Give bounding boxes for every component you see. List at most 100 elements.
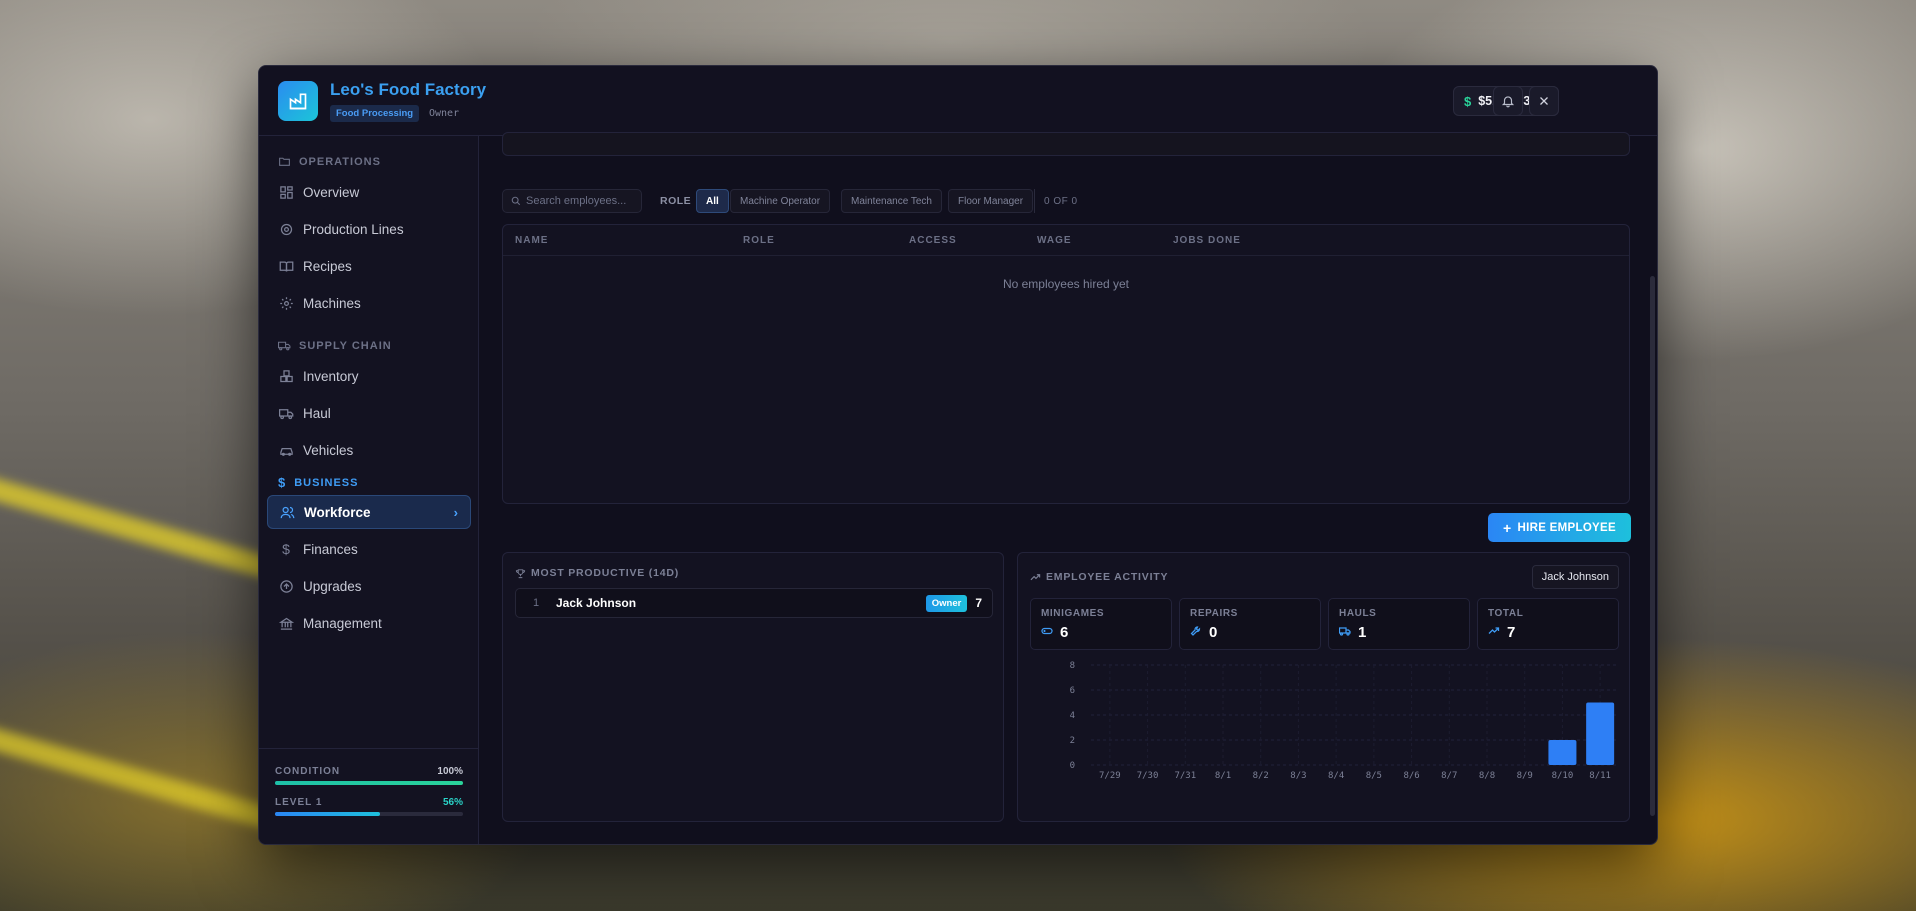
y-tick-label: 2 bbox=[1070, 736, 1075, 746]
sidebar: OPERATIONS Overview Production Lines Rec… bbox=[259, 136, 479, 844]
truck-icon bbox=[1338, 625, 1351, 640]
stat-card-minigames: MINIGAMES 6 bbox=[1030, 598, 1172, 650]
section-operations: OPERATIONS bbox=[278, 155, 381, 168]
stat-card-hauls: HAULS 1 bbox=[1328, 598, 1470, 650]
x-tick-label: 8/6 bbox=[1403, 771, 1419, 781]
x-tick-label: 8/1 bbox=[1215, 771, 1231, 781]
folder-icon bbox=[279, 157, 290, 166]
x-tick-label: 8/7 bbox=[1441, 771, 1457, 781]
bell-icon[interactable] bbox=[1493, 86, 1523, 116]
x-tick-label: 7/30 bbox=[1137, 771, 1159, 781]
trending-up-icon bbox=[1030, 573, 1041, 580]
workforce-main: ROLE All Machine Operator Maintenance Te… bbox=[479, 132, 1657, 844]
sidebar-item-production-lines[interactable]: Production Lines bbox=[267, 212, 471, 246]
x-tick-label: 7/31 bbox=[1174, 771, 1196, 781]
stat-card-repairs: REPAIRS 0 bbox=[1179, 598, 1321, 650]
x-tick-label: 8/10 bbox=[1552, 771, 1574, 781]
sidebar-item-management[interactable]: Management bbox=[267, 606, 471, 640]
owner-badge: Owner bbox=[925, 594, 968, 612]
cog-icon bbox=[278, 221, 294, 237]
sidebar-item-finances[interactable]: $ Finances bbox=[267, 532, 471, 566]
x-tick-label: 8/5 bbox=[1366, 771, 1382, 781]
column-header-wage[interactable]: WAGE bbox=[1037, 235, 1072, 246]
x-tick-label: 8/9 bbox=[1517, 771, 1533, 781]
condition-value: 100% bbox=[437, 766, 463, 777]
scrollbar[interactable] bbox=[1650, 276, 1655, 816]
employee-activity-title: EMPLOYEE ACTIVITY bbox=[1030, 571, 1168, 583]
section-business: $ BUSINESS bbox=[278, 475, 359, 490]
employee-count: 0 OF 0 bbox=[1034, 189, 1087, 213]
bank-icon bbox=[278, 615, 294, 631]
filter-machine-operator[interactable]: Machine Operator bbox=[730, 189, 831, 213]
search-box[interactable] bbox=[502, 189, 642, 213]
column-header-role[interactable]: ROLE bbox=[743, 235, 775, 246]
column-header-name[interactable]: NAME bbox=[515, 235, 548, 246]
activity-bar-chart: 0 2 4 6 8 7/29 7/30 7/31 8/1 8/2 8/3 8/4 8/5 8/6 8/7 8/… bbox=[1070, 661, 1619, 781]
y-tick-label: 0 bbox=[1070, 761, 1075, 771]
filter-maintenance-tech[interactable]: Maintenance Tech bbox=[841, 189, 942, 213]
gear-icon bbox=[278, 295, 294, 311]
employee-select[interactable]: Jack Johnson bbox=[1531, 565, 1619, 589]
factory-icon bbox=[278, 81, 318, 121]
window-header: Leo's Food Factory Food Processing Owner… bbox=[259, 66, 1657, 136]
factory-stats: CONDITION 100% LEVEL 1 56% bbox=[259, 748, 479, 844]
empty-state-text: No employees hired yet bbox=[1002, 277, 1130, 291]
employee-activity-panel: EMPLOYEE ACTIVITY Jack Johnson MINIGAMES… bbox=[1017, 552, 1630, 822]
sidebar-item-workforce[interactable]: Workforce › bbox=[267, 495, 471, 529]
column-header-access[interactable]: ACCESS bbox=[909, 235, 957, 246]
x-tick-label: 8/2 bbox=[1253, 771, 1269, 781]
sidebar-item-machines[interactable]: Machines bbox=[267, 286, 471, 320]
x-tick-label: 8/8 bbox=[1479, 771, 1495, 781]
x-tick-label: 8/11 bbox=[1589, 771, 1611, 781]
search-input[interactable] bbox=[526, 195, 636, 207]
role-label: Owner bbox=[429, 108, 460, 119]
employee-name: Jack Johnson bbox=[556, 596, 637, 610]
x-tick-label: 8/3 bbox=[1290, 771, 1306, 781]
stat-card-total: TOTAL 7 bbox=[1477, 598, 1619, 650]
level-bar-fill bbox=[275, 812, 381, 816]
bar-8/10[interactable] bbox=[1548, 740, 1577, 765]
role-filter-label: ROLE bbox=[660, 195, 692, 207]
sidebar-item-haul[interactable]: Haul bbox=[267, 396, 471, 430]
sidebar-item-upgrades[interactable]: Upgrades bbox=[267, 569, 471, 603]
book-icon bbox=[278, 258, 294, 274]
category-badge: Food Processing bbox=[330, 105, 420, 122]
factory-title: Leo's Food Factory bbox=[330, 80, 487, 99]
y-tick-label: 4 bbox=[1070, 711, 1075, 721]
list-item[interactable]: 1 Jack Johnson Owner 7 bbox=[515, 588, 993, 618]
hire-employee-button[interactable]: + HIRE EMPLOYEE bbox=[1488, 513, 1631, 542]
dollar-icon: $ bbox=[282, 541, 290, 557]
y-tick-label: 8 bbox=[1070, 661, 1075, 671]
sidebar-item-overview[interactable]: Overview bbox=[267, 175, 471, 209]
condition-bar bbox=[275, 781, 463, 785]
employee-table: NAME ROLE ACCESS WAGE JOBS DONE No emplo… bbox=[502, 224, 1630, 504]
divider bbox=[503, 255, 1629, 256]
x-tick-label: 7/29 bbox=[1099, 771, 1121, 781]
filter-floor-manager[interactable]: Floor Manager bbox=[948, 189, 1034, 213]
truck-icon bbox=[278, 405, 294, 421]
section-supply-chain: SUPPLY CHAIN bbox=[278, 339, 392, 352]
wrench-icon bbox=[1190, 625, 1202, 640]
condition-bar-fill bbox=[275, 781, 463, 785]
bar-8/11[interactable] bbox=[1586, 702, 1615, 766]
sidebar-item-vehicles[interactable]: Vehicles bbox=[267, 433, 471, 467]
x-tick-label: 8/4 bbox=[1328, 771, 1344, 781]
level-label: LEVEL 1 bbox=[275, 797, 323, 808]
column-header-jobs-done[interactable]: JOBS DONE bbox=[1173, 235, 1241, 246]
filter-all[interactable]: All bbox=[696, 189, 729, 213]
level-bar bbox=[275, 812, 463, 816]
gamepad-icon bbox=[1041, 625, 1053, 640]
sidebar-item-recipes[interactable]: Recipes bbox=[267, 249, 471, 283]
boxes-icon bbox=[278, 368, 294, 384]
close-icon[interactable] bbox=[1529, 86, 1559, 116]
plus-icon: + bbox=[1503, 519, 1512, 536]
arrow-up-circle-icon bbox=[278, 578, 294, 594]
sidebar-item-inventory[interactable]: Inventory bbox=[267, 359, 471, 393]
trophy-icon bbox=[515, 568, 526, 578]
dollar-icon: $ bbox=[1464, 93, 1472, 109]
most-productive-title: MOST PRODUCTIVE (14D) bbox=[515, 567, 679, 579]
trending-up-icon bbox=[1488, 625, 1500, 640]
level-value: 56% bbox=[442, 797, 463, 808]
chevron-right-icon: › bbox=[453, 504, 458, 520]
condition-label: CONDITION bbox=[275, 766, 341, 777]
